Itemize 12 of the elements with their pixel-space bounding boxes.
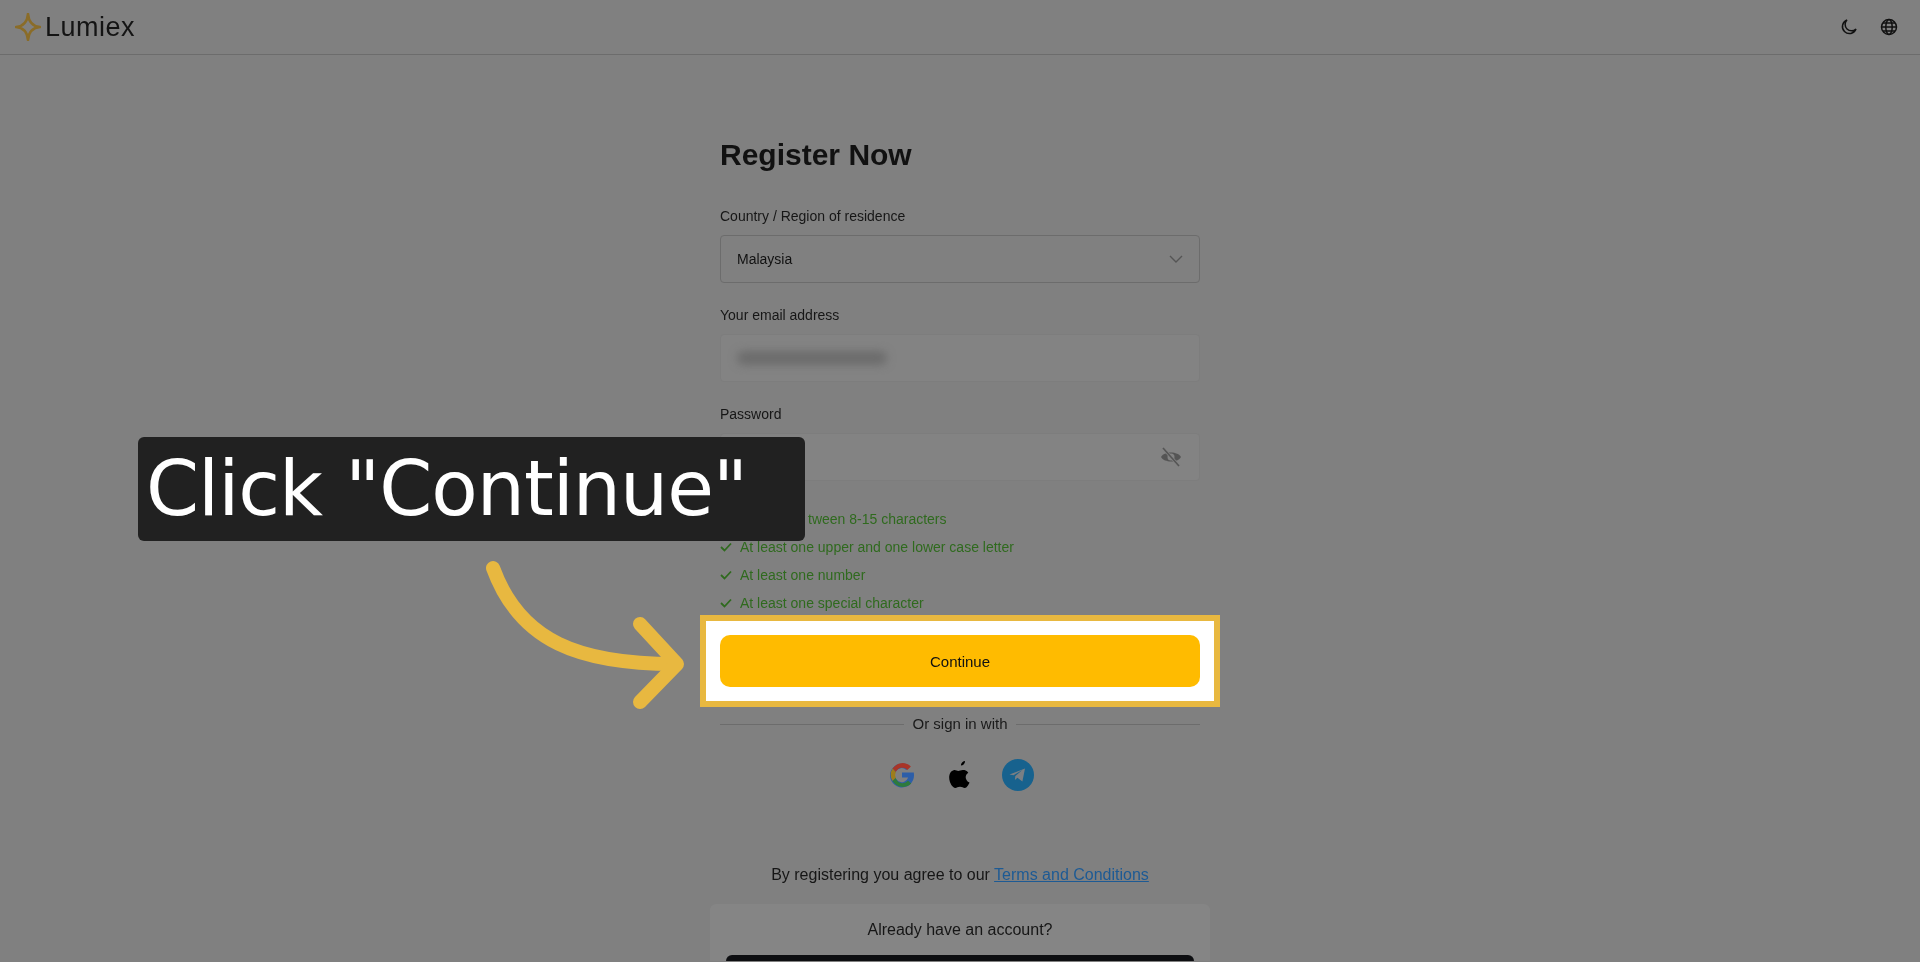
terms-text: By registering you agree to our Terms and Conditions	[770, 865, 1150, 885]
field-label: Password	[720, 406, 783, 423]
requirement-text: At least one special character	[740, 595, 924, 611]
divider-text: Or sign in with	[912, 715, 1008, 733]
requirement-text: At least one upper and one lower case letter	[740, 539, 1014, 555]
field-label: Your email address	[720, 307, 841, 324]
requirement-text: tween 8-15 characters	[808, 511, 947, 527]
form-title: Register Now	[720, 137, 913, 173]
requirement-text: At least one number	[740, 567, 866, 583]
instruction-tooltip: Click "Continue"	[138, 437, 805, 541]
login-prompt: Already have an account?	[867, 920, 1053, 940]
field-label: Country / Region of residence	[720, 208, 907, 225]
